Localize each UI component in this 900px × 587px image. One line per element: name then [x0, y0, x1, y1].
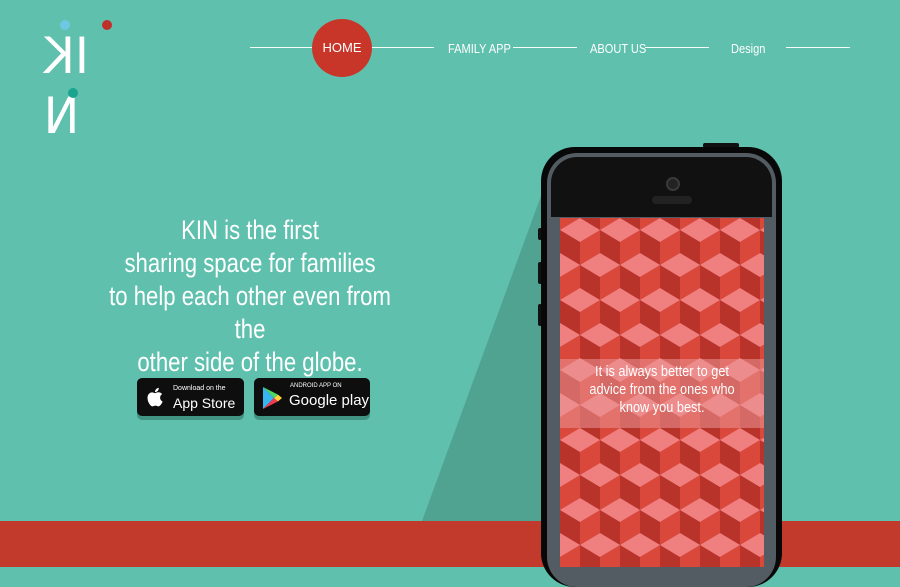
- google-play-badge[interactable]: ANDROID APP ON Google play: [254, 378, 370, 416]
- phone-quote: It is always better to get advice from t…: [560, 363, 764, 417]
- apple-icon: [147, 387, 163, 407]
- quote-line: It is always better to get: [595, 363, 729, 380]
- google-play-small-text: ANDROID APP ON: [290, 383, 342, 389]
- phone-top-bezel: [551, 157, 772, 217]
- google-play-big-text: Google play: [289, 392, 370, 409]
- headline-line: sharing space for families: [124, 248, 376, 278]
- headline-line: other side of the globe.: [137, 347, 363, 377]
- hero-headline: KIN is the first sharing space for famil…: [60, 214, 440, 379]
- app-store-badge[interactable]: Download on the App Store: [137, 378, 244, 416]
- headline-line: to help each other even from the: [109, 281, 391, 344]
- camera-icon: [666, 177, 680, 191]
- quote-line: advice from the ones who: [589, 381, 735, 398]
- speaker-grille: [652, 196, 692, 204]
- app-store-small-text: Download on the: [173, 385, 226, 392]
- phone-screen: It is always better to get advice from t…: [560, 218, 764, 567]
- quote-line: know you best.: [619, 399, 705, 416]
- headline-line: KIN is the first: [181, 215, 319, 245]
- google-play-icon: [263, 387, 282, 409]
- app-store-big-text: App Store: [173, 395, 236, 411]
